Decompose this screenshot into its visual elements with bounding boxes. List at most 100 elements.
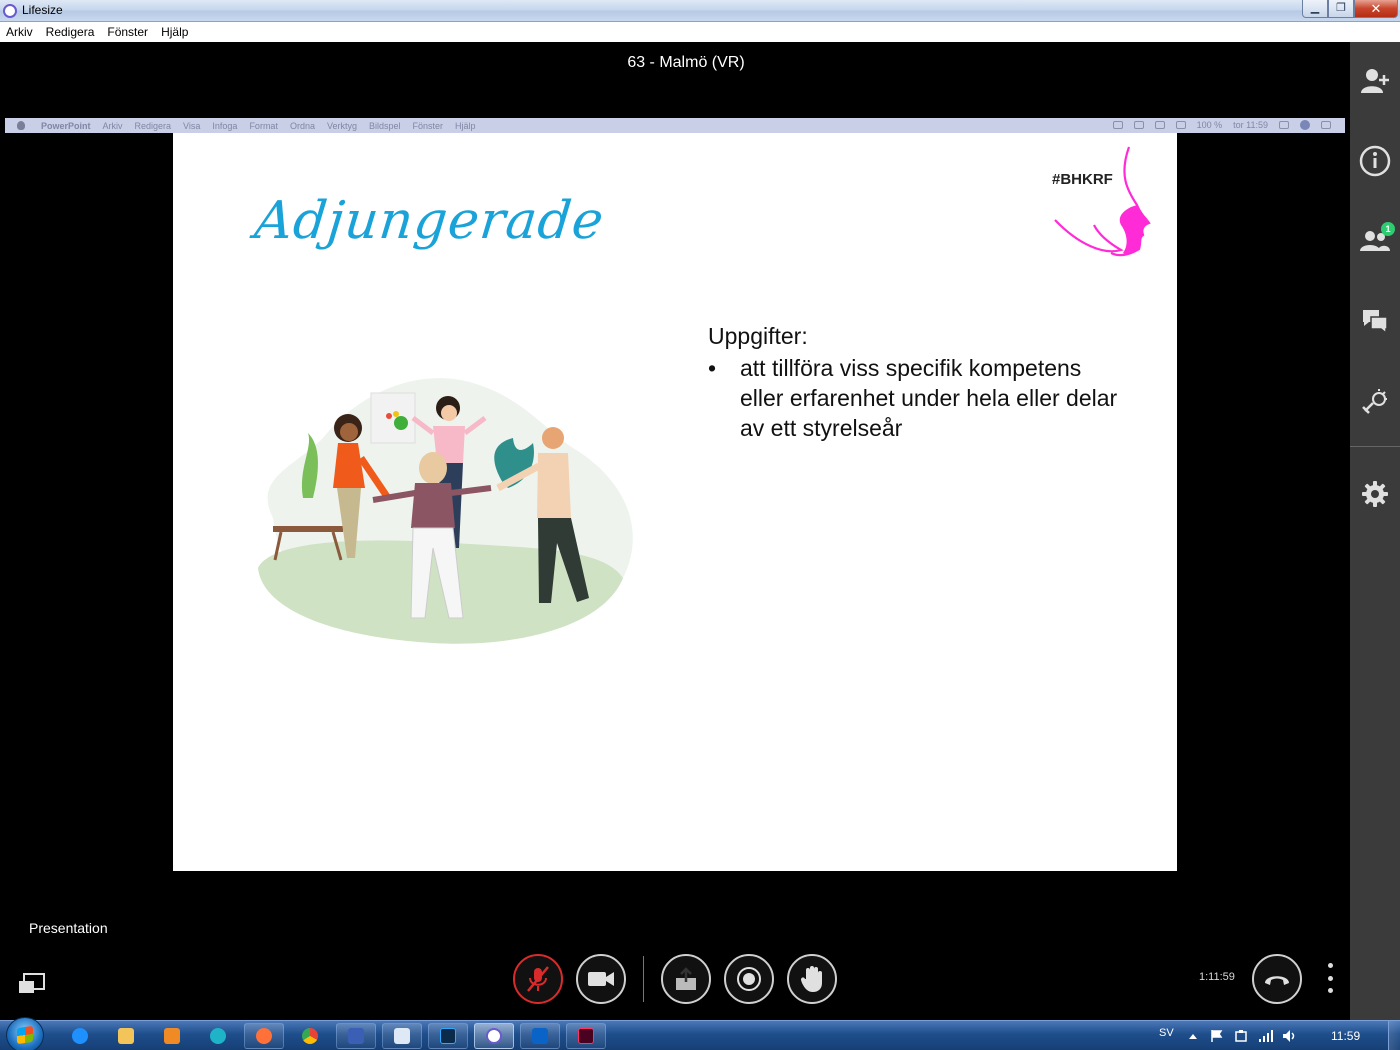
info-button[interactable] bbox=[1350, 136, 1400, 186]
taskbar-notes-app[interactable] bbox=[382, 1023, 422, 1049]
start-button[interactable] bbox=[6, 1017, 44, 1050]
outlook-icon bbox=[532, 1028, 548, 1044]
hang-up-button[interactable] bbox=[1252, 954, 1302, 1004]
settings-icon bbox=[1362, 481, 1388, 507]
settings-button[interactable] bbox=[1350, 469, 1400, 519]
input-language[interactable]: SV bbox=[1159, 1027, 1174, 1039]
chat-icon bbox=[1363, 310, 1388, 334]
meeting-tools-icon bbox=[1362, 389, 1387, 414]
mac-menu-item: Bildspel bbox=[368, 120, 401, 131]
chat-button[interactable] bbox=[1350, 296, 1400, 346]
taskbar-clock[interactable]: 11:59 bbox=[1331, 1029, 1360, 1043]
notes-icon bbox=[394, 1028, 410, 1044]
taskbar-firefox[interactable] bbox=[244, 1023, 284, 1049]
mute-mic-button[interactable] bbox=[513, 954, 563, 1004]
meeting-tools-button[interactable] bbox=[1350, 376, 1400, 426]
wifi-icon bbox=[1175, 121, 1186, 129]
camera-button[interactable] bbox=[576, 954, 626, 1004]
power-icon[interactable] bbox=[1234, 1029, 1248, 1043]
indesign-icon bbox=[578, 1028, 594, 1044]
share-screen-button[interactable] bbox=[661, 954, 711, 1004]
people-illustration bbox=[258, 378, 633, 644]
record-button[interactable] bbox=[724, 954, 774, 1004]
more-dot bbox=[1327, 975, 1333, 981]
add-participant-icon bbox=[1361, 69, 1389, 93]
photoshop-icon bbox=[440, 1028, 456, 1044]
add-participant-button[interactable] bbox=[1350, 56, 1400, 106]
participants-button[interactable]: 1 bbox=[1350, 216, 1400, 266]
taskbar-outlook[interactable] bbox=[520, 1023, 560, 1049]
slide-hashtag: #BHKRF bbox=[1052, 171, 1113, 188]
mac-menu-item: Fönster bbox=[412, 120, 444, 131]
media-player-icon bbox=[164, 1028, 180, 1044]
taskbar-edge[interactable] bbox=[198, 1023, 238, 1049]
menu-hjalp[interactable]: Hjälp bbox=[161, 25, 188, 39]
show-desktop-button[interactable] bbox=[1388, 1021, 1400, 1050]
mac-menu-app: PowerPoint bbox=[41, 120, 91, 131]
share-screen-icon bbox=[676, 967, 696, 990]
raise-hand-button[interactable] bbox=[787, 954, 837, 1004]
mac-menu-item: Visa bbox=[183, 120, 201, 131]
taskbar-photoshop[interactable] bbox=[428, 1023, 468, 1049]
taskbar-lifesize[interactable] bbox=[474, 1023, 514, 1049]
participants-badge: 1 bbox=[1381, 222, 1395, 236]
raise-hand-icon bbox=[800, 966, 822, 992]
mic-muted-icon bbox=[527, 966, 549, 992]
presentation-label: Presentation bbox=[29, 920, 108, 936]
picture-in-picture-icon bbox=[19, 973, 45, 993]
mac-menu-item: Ordna bbox=[289, 120, 315, 131]
menu-fonster[interactable]: Fönster bbox=[107, 25, 148, 39]
floppy-disk-icon bbox=[348, 1028, 364, 1044]
meeting-title: 63 - Malmö (VR) bbox=[627, 54, 745, 71]
slide-bullet-list: att tillföra viss specifik kompetens ell… bbox=[708, 353, 1128, 443]
hang-up-icon bbox=[1265, 976, 1289, 985]
shared-mac-menubar: PowerPoint Arkiv Redigera Visa Infoga Fo… bbox=[5, 118, 1345, 133]
window-title: Lifesize bbox=[22, 3, 63, 17]
taskbar-save-app[interactable] bbox=[336, 1023, 376, 1049]
window-titlebar: Lifesize ▁ ❐ ✕ bbox=[0, 0, 1400, 22]
more-dot bbox=[1327, 988, 1333, 993]
mac-status-icon bbox=[1112, 121, 1123, 129]
spotlight-icon bbox=[1279, 121, 1289, 129]
info-icon bbox=[1359, 145, 1391, 177]
mac-menu-item: Redigera bbox=[134, 120, 172, 131]
mac-menu-item: Verktyg bbox=[326, 120, 357, 131]
slide-title: Adjungerade bbox=[251, 191, 608, 251]
airplay-icon bbox=[1154, 121, 1165, 129]
sidebar-divider bbox=[1350, 446, 1400, 447]
menu-arkiv[interactable]: Arkiv bbox=[6, 25, 33, 39]
tray-expand-icon[interactable] bbox=[1188, 1032, 1198, 1040]
chrome-icon bbox=[302, 1028, 318, 1044]
lifesize-app-icon bbox=[3, 4, 17, 18]
mac-battery: 100 % bbox=[1196, 120, 1223, 130]
record-icon bbox=[737, 967, 761, 991]
meeting-sidebar: 1 bbox=[1350, 42, 1400, 1020]
internet-explorer-icon bbox=[72, 1028, 88, 1044]
mac-menu-item: Format bbox=[249, 120, 278, 131]
action-center-flag-icon[interactable] bbox=[1210, 1029, 1224, 1043]
signal-icon[interactable] bbox=[1258, 1029, 1274, 1043]
pip-toggle-button[interactable] bbox=[18, 973, 46, 1000]
lifesize-icon bbox=[486, 1028, 502, 1044]
camera-icon bbox=[588, 972, 614, 986]
notification-center-icon bbox=[1321, 121, 1331, 129]
mac-status-icon bbox=[1133, 121, 1144, 129]
taskbar-internet-explorer[interactable] bbox=[60, 1023, 100, 1049]
minimize-button[interactable]: ▁ bbox=[1302, 0, 1328, 18]
siri-icon bbox=[1300, 120, 1310, 130]
maximize-button[interactable]: ❐ bbox=[1328, 0, 1354, 18]
edge-icon bbox=[210, 1028, 226, 1044]
close-button[interactable]: ✕ bbox=[1354, 0, 1398, 18]
volume-icon[interactable] bbox=[1282, 1029, 1298, 1043]
windows-taskbar: SV 11:59 bbox=[0, 1017, 1400, 1050]
slide-heading: Uppgifter: bbox=[708, 323, 808, 349]
taskbar-chrome[interactable] bbox=[290, 1023, 330, 1049]
bhkrf-logo-icon bbox=[1054, 146, 1151, 257]
mac-menu-item: Hjälp bbox=[455, 120, 476, 131]
taskbar-media-player[interactable] bbox=[152, 1023, 192, 1049]
taskbar-file-explorer[interactable] bbox=[106, 1023, 146, 1049]
menu-redigera[interactable]: Redigera bbox=[46, 25, 95, 39]
more-options-button[interactable] bbox=[1320, 963, 1340, 993]
taskbar-indesign[interactable] bbox=[566, 1023, 606, 1049]
mac-menu-item: Arkiv bbox=[102, 120, 123, 131]
